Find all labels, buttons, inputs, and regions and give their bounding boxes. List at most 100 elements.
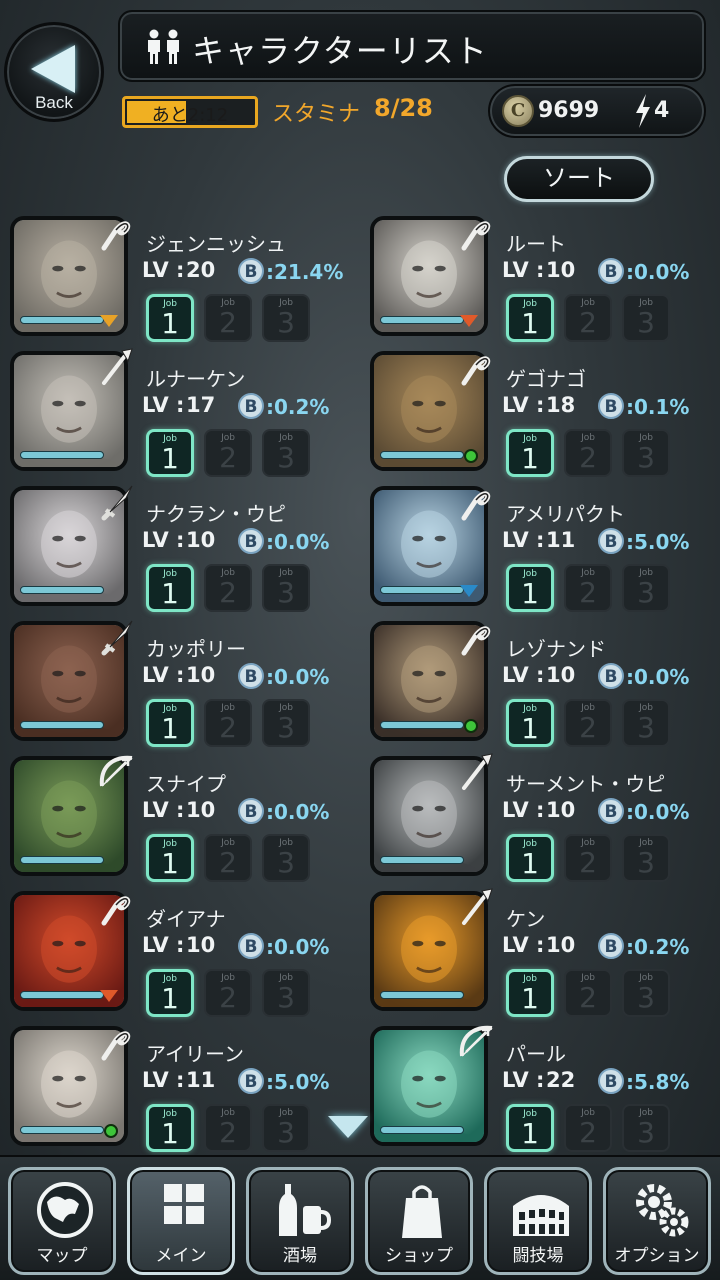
bonus-b-icon: B [238,933,264,959]
nav-button-colosseum[interactable]: 闘技場 [484,1167,592,1275]
nav-button-grid[interactable]: メイン [127,1167,235,1275]
job-number: 1 [161,1117,179,1150]
job-slot-2[interactable]: Job 2 [204,564,252,612]
level-label: LV : [142,393,185,417]
job-slot-1[interactable]: Job 1 [146,1104,194,1152]
character-name: ルナーケン [146,367,246,391]
bonus-value: :21.4% [266,260,344,284]
job-number: 1 [161,712,179,745]
job-slot-1[interactable]: Job 1 [146,429,194,477]
character-card[interactable]: レゾナンド LV : 10 B :0.0% Job 1 Job 2 Job 3 [360,619,715,747]
job-slot-3[interactable]: Job 3 [262,294,310,342]
job-slot-2[interactable]: Job 2 [564,1104,612,1152]
bonus-b-icon: B [238,528,264,554]
job-slot-2[interactable]: Job 2 [204,699,252,747]
job-slot-1[interactable]: Job 1 [506,429,554,477]
character-card[interactable]: パール LV : 22 B :5.8% Job 1 Job 2 Job 3 [360,1024,715,1152]
hook-weapon-icon [461,491,491,521]
job-slot-2[interactable]: Job 2 [564,429,612,477]
job-slot-3[interactable]: Job 3 [622,969,670,1017]
character-card[interactable]: ケン LV : 10 B :0.2% Job 1 Job 2 Job 3 [360,888,715,1017]
job-slot-2[interactable]: Job 2 [564,294,612,342]
hp-bar [20,991,104,999]
spear-weapon-icon [462,888,493,925]
nav-label: ショップ [385,1246,453,1266]
job-slot-3[interactable]: Job 3 [262,1104,310,1152]
bonus-b-icon: B [598,393,624,419]
job-slot-3[interactable]: Job 3 [622,294,670,342]
tavern-icon [279,1184,332,1236]
job-slot-1[interactable]: Job 1 [146,294,194,342]
spear-weapon-icon [102,348,133,385]
character-card[interactable]: ナクラン・ウピ LV : 10 B :0.0% Job 1 Job 2 Job 3 [0,484,355,612]
spear-weapon-icon [462,753,493,790]
job-slot-3[interactable]: Job 3 [622,699,670,747]
job-slot-3[interactable]: Job 3 [622,564,670,612]
job-slot-3[interactable]: Job 3 [622,1104,670,1152]
job-slot-3[interactable]: Job 3 [262,699,310,747]
job-number: 1 [161,847,179,880]
character-card[interactable]: ダイアナ LV : 10 B :0.0% Job 1 Job 2 Job 3 [0,889,355,1017]
job-slot-1[interactable]: Job 1 [146,834,194,882]
job-slot-1[interactable]: Job 1 [146,564,194,612]
job-slot-1[interactable]: Job 1 [506,699,554,747]
nav-button-gears[interactable]: オプション [603,1167,711,1275]
nav-button-tavern[interactable]: 酒場 [246,1167,354,1275]
bow-weapon-icon [99,755,133,787]
job-slot-3[interactable]: Job 3 [622,429,670,477]
bonus-value: :0.0% [266,665,330,689]
character-card[interactable]: スナイプ LV : 10 B :0.0% Job 1 Job 2 Job 3 [0,754,355,882]
gears-icon [636,1184,689,1237]
job-slot-2[interactable]: Job 2 [564,564,612,612]
character-card[interactable]: アイリーン LV : 11 B :5.0% Job 1 Job 2 Job 3 [0,1024,355,1152]
job-number: 2 [219,1116,237,1149]
character-card[interactable]: ルナーケン LV : 17 B :0.2% Job 1 Job 2 Job 3 [0,348,355,477]
job-slot-1[interactable]: Job 1 [506,294,554,342]
hp-bar [380,316,464,324]
bonus-b-icon: B [238,663,264,689]
job-slot-1[interactable]: Job 1 [146,699,194,747]
job-slot-2[interactable]: Job 2 [204,969,252,1017]
job-slot-2[interactable]: Job 2 [204,834,252,882]
rank-indicator-icon [460,315,478,327]
job-slot-3[interactable]: Job 3 [262,564,310,612]
job-slot-2[interactable]: Job 2 [204,294,252,342]
nav-button-shop-bag[interactable]: ショップ [365,1167,473,1275]
job-slot-2[interactable]: Job 2 [564,699,612,747]
character-card[interactable]: ルート LV : 10 B :0.0% Job 1 Job 2 Job 3 [360,214,715,342]
job-slot-1[interactable]: Job 1 [506,1104,554,1152]
bonus-value: :0.0% [626,665,690,689]
job-slot-3[interactable]: Job 3 [262,969,310,1017]
character-card[interactable]: サーメント・ウピ LV : 10 B :0.0% Job 1 Job 2 Job 3 [360,753,715,882]
hook-weapon-icon [461,221,491,251]
character-name: ナクラン・ウピ [146,502,286,526]
level-value: 22 [546,1068,576,1092]
job-slot-3[interactable]: Job 3 [622,834,670,882]
job-slot-1[interactable]: Job 1 [506,564,554,612]
character-card[interactable]: ゲゴナゴ LV : 18 B :0.1% Job 1 Job 2 Job 3 [360,349,715,477]
job-number: 3 [277,981,295,1014]
character-name: ダイアナ [146,907,226,931]
job-number: 3 [637,306,655,339]
job-slot-2[interactable]: Job 2 [204,429,252,477]
job-slot-3[interactable]: Job 3 [262,429,310,477]
level-label: LV : [502,528,545,552]
job-slot-2[interactable]: Job 2 [204,1104,252,1152]
job-slot-1[interactable]: Job 1 [146,969,194,1017]
nav-label: 酒場 [283,1246,317,1266]
job-slot-1[interactable]: Job 1 [506,834,554,882]
job-slot-2[interactable]: Job 2 [564,834,612,882]
job-number: 3 [277,306,295,339]
level-value: 20 [186,258,216,282]
nav-button-map[interactable]: マップ [8,1167,116,1275]
job-slot-3[interactable]: Job 3 [262,834,310,882]
character-card[interactable]: アメリパクト LV : 11 B :5.0% Job 1 Job 2 Job 3 [360,484,715,612]
character-card[interactable]: カッポリー LV : 10 B :0.0% Job 1 Job 2 Job 3 [0,619,355,747]
job-number: 1 [521,577,539,610]
job-slot-1[interactable]: Job 1 [506,969,554,1017]
job-number: 2 [579,711,597,744]
job-slot-2[interactable]: Job 2 [564,969,612,1017]
hp-bar [380,991,464,999]
character-card[interactable]: ジェンニッシュ LV : 20 B :21.4% Job 1 Job 2 Job 3 [0,214,355,342]
scroll-down-arrow-icon[interactable] [328,1116,368,1138]
